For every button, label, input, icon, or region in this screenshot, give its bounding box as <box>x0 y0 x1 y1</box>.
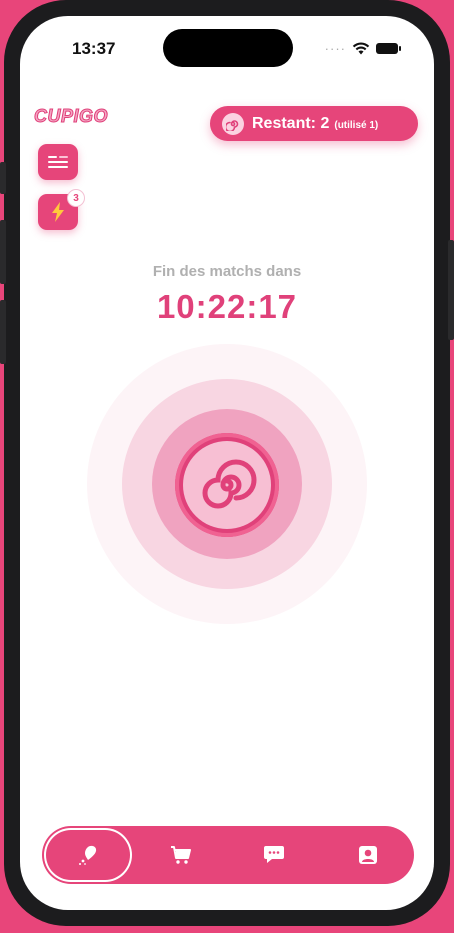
cellular-icon: ···· <box>324 41 346 56</box>
used-count: (utilisé 1) <box>334 119 379 131</box>
countdown-timer: 10:22:17 <box>156 288 298 325</box>
boost-count-badge: 3 <box>67 189 85 207</box>
nav-item-messages[interactable] <box>229 826 319 884</box>
remaining-count: Restant: 2 <box>252 114 330 132</box>
lightning-icon <box>52 202 64 222</box>
volume-up-button <box>0 220 6 284</box>
mute-switch <box>0 162 6 194</box>
screen: 13:37 ···· CUPIGO Restant: 2 (utilisé 1) <box>20 16 434 910</box>
power-button <box>448 240 454 340</box>
chat-icon <box>264 846 284 863</box>
spiral-icon <box>222 112 244 135</box>
status-time: 13:37 <box>72 39 116 58</box>
filters-button[interactable] <box>38 144 78 180</box>
timer-label: Fin des matchs dans <box>152 263 302 280</box>
volume-down-button <box>0 300 6 364</box>
bottom-nav <box>42 826 414 884</box>
app-logo: CUPIGO <box>33 106 109 127</box>
status-icons: ···· <box>324 41 401 56</box>
boost-button[interactable]: 3 <box>38 189 85 230</box>
nav-item-match[interactable] <box>42 826 132 884</box>
wifi-icon <box>352 42 370 55</box>
battery-icon <box>376 43 401 54</box>
nav-item-profile[interactable] <box>323 826 413 884</box>
remaining-matches-pill[interactable]: Restant: 2 (utilisé 1) <box>210 106 418 141</box>
dynamic-island <box>163 29 293 67</box>
status-bar: 13:37 ···· <box>20 16 434 76</box>
spiral-logo-icon <box>202 459 257 509</box>
cart-icon <box>171 846 191 864</box>
match-icon <box>79 845 97 865</box>
profile-icon <box>359 846 377 864</box>
nav-item-shop[interactable] <box>136 826 226 884</box>
filters-icon <box>48 156 68 168</box>
